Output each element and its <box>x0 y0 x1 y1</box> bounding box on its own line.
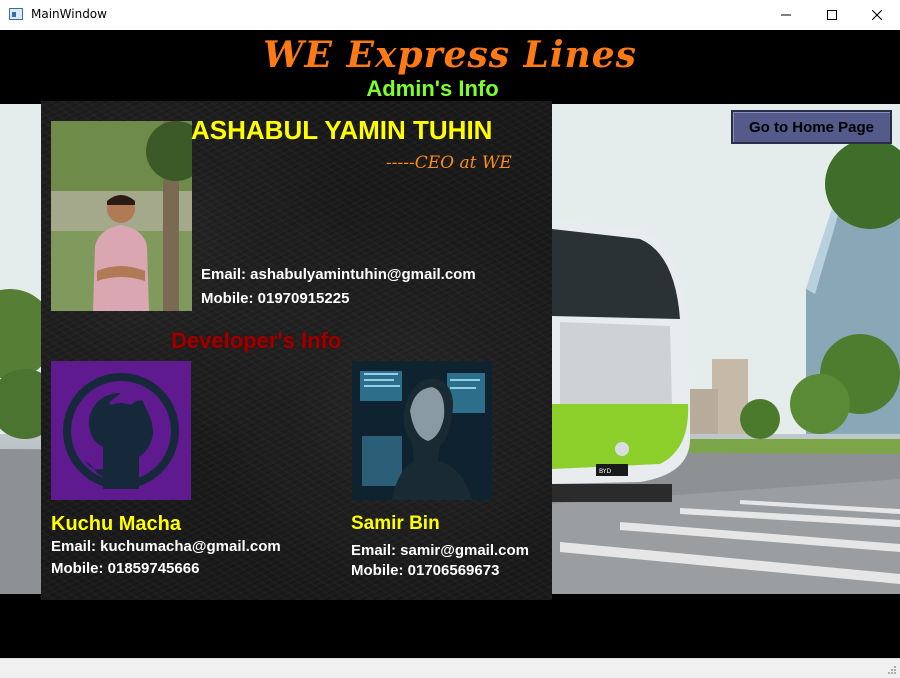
minimize-icon <box>781 14 791 16</box>
window-titlebar: MainWindow <box>0 0 900 30</box>
maximize-button[interactable] <box>809 0 855 30</box>
ceo-role: -----CEO at WE <box>386 153 512 173</box>
close-icon <box>872 10 882 20</box>
ceo-name: ASHABUL YAMIN TUHIN <box>191 115 493 145</box>
developer-avatar <box>51 361 191 500</box>
developer-email: Email: kuchumacha@gmail.com <box>51 538 281 555</box>
github-icon <box>51 361 191 500</box>
developer-avatar <box>352 361 492 500</box>
ceo-email: Email: ashabulyamintuhin@gmail.com <box>201 266 476 283</box>
developer-email: Email: samir@gmail.com <box>351 542 530 559</box>
app-icon <box>9 8 23 20</box>
developers-heading: Developer's Info <box>171 328 342 353</box>
app-title: WE Express Lines <box>263 34 637 76</box>
developer-mobile: Mobile: 01859745666 <box>51 560 200 577</box>
bottom-panel <box>0 594 900 658</box>
page-subtitle: Admin's Info <box>366 76 499 101</box>
maximize-icon <box>827 10 837 20</box>
svg-text:BYD: BYD <box>599 468 611 475</box>
ceo-photo <box>51 121 192 311</box>
go-to-home-button[interactable]: Go to Home Page <box>731 110 892 144</box>
resize-grip-icon[interactable] <box>887 665 897 675</box>
developer-name: Kuchu Macha <box>51 513 182 535</box>
status-bar <box>0 658 900 678</box>
admin-info-card: ASHABUL YAMIN TUHIN -----CEO at WE Email… <box>41 101 552 600</box>
ceo-mobile: Mobile: 01970915225 <box>201 290 350 307</box>
developer-mobile: Mobile: 01706569673 <box>351 562 500 579</box>
header: WE Express Lines Admin's Info <box>0 30 900 104</box>
window-title: MainWindow <box>31 7 107 21</box>
developer-name: Samir Bin <box>351 513 440 534</box>
close-button[interactable] <box>854 0 900 30</box>
minimize-button[interactable] <box>763 0 809 30</box>
